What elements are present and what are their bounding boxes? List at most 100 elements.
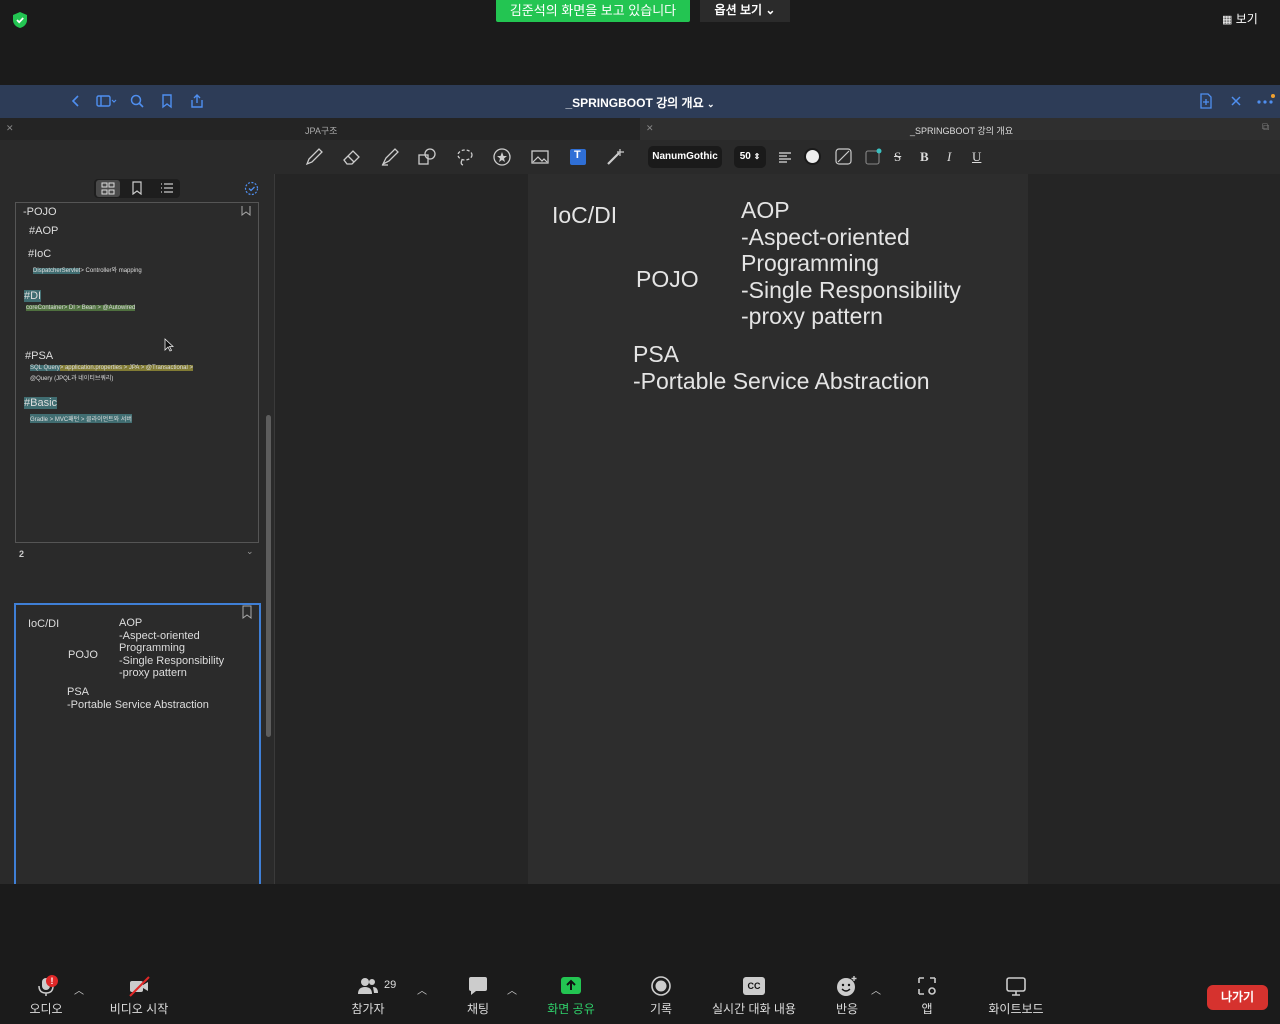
thumb-text: @Query (JPQL과 네이티브쿼리)	[30, 376, 114, 382]
tab-close-icon[interactable]: ✕	[6, 123, 14, 134]
thumb-text-block: AOP -Aspect-oriented Programming -Single…	[119, 617, 224, 680]
page-thumbnail-2[interactable]: IoC/DI AOP -Aspect-oriented Programming …	[14, 603, 261, 895]
thumb-text: PSA	[67, 686, 90, 698]
thumb-text: SQL Query	[30, 365, 60, 371]
tab-label: JPA구조	[305, 126, 338, 136]
bold-button[interactable]: B	[920, 149, 929, 165]
page-text: POJO	[636, 266, 699, 292]
thumb-text: -Portable Service Abstraction	[67, 699, 209, 711]
thumb-text: -Aspect-oriented	[119, 629, 200, 642]
no-fill-icon[interactable]	[835, 148, 852, 165]
split-view-icon[interactable]: ⧉	[1262, 122, 1269, 133]
thumb-text: > DI > Bean > @Autowired	[63, 305, 136, 311]
sidebar-scrollbar[interactable]	[266, 415, 271, 737]
thumb-text: > Controller와 mapping	[80, 268, 142, 274]
outline-tab-icon[interactable]	[160, 181, 174, 195]
italic-button[interactable]: I	[947, 149, 951, 165]
elements-sticker-icon[interactable]	[491, 147, 513, 167]
reactions-button[interactable]: 반응	[830, 975, 864, 1017]
audio-label: 오디오	[29, 1002, 63, 1016]
more-icon[interactable]	[1256, 93, 1276, 109]
font-size-stepper[interactable]: 50 ⇕	[734, 146, 766, 168]
page-text-block: PSA -Portable Service Abstraction	[633, 341, 930, 395]
record-button[interactable]: 기록	[642, 975, 680, 1017]
page-text: -proxy pattern	[741, 303, 883, 329]
shape-tool-icon[interactable]	[416, 147, 438, 167]
whiteboard-button[interactable]: 화이트보드	[982, 975, 1050, 1017]
image-icon[interactable]	[529, 147, 551, 167]
reactions-options-chevron-icon[interactable]: ︿	[871, 982, 881, 997]
live-transcript-button[interactable]: CC 실시간 대화 내용	[705, 975, 803, 1017]
captions-label: 실시간 대화 내용	[712, 1002, 796, 1016]
thumb-text: -proxy pattern	[119, 667, 187, 679]
page-bookmark-icon[interactable]	[241, 203, 251, 216]
chat-button[interactable]: 채팅	[460, 975, 496, 1017]
apps-label: 앱	[921, 1002, 933, 1016]
thumb-text: AOP	[119, 617, 143, 629]
select-pages-icon[interactable]	[244, 181, 259, 196]
strikethrough-button[interactable]: S	[894, 149, 901, 165]
lasso-icon[interactable]	[454, 147, 476, 167]
font-family-button[interactable]: NanumGothic	[648, 146, 722, 168]
mouse-cursor-icon	[164, 338, 175, 352]
leave-button[interactable]: 나가기	[1207, 985, 1268, 1010]
view-button[interactable]: ▦ 보기	[1222, 10, 1258, 27]
text-tool-label: T	[574, 149, 581, 161]
thumb-text: > application.properties > JPA > @Transa…	[59, 365, 193, 371]
page-text: PSA	[633, 341, 680, 367]
document-title[interactable]: _SPRINGBOOT 강의 개요 ⌄	[0, 94, 1280, 111]
bookmarks-tab-icon[interactable]	[130, 181, 144, 196]
participants-icon	[358, 978, 378, 994]
video-label: 비디오 시작	[109, 1002, 169, 1016]
text-box-style-icon[interactable]	[865, 148, 882, 165]
page-number: 2	[19, 549, 25, 559]
participants-options-chevron-icon[interactable]: ︿	[417, 982, 427, 997]
grid-icon: ▦	[1222, 14, 1233, 26]
thumb-text: #IoC	[28, 248, 52, 260]
document-title-label: _SPRINGBOOT 강의 개요	[565, 96, 704, 110]
apps-icon	[918, 977, 936, 995]
align-left-icon[interactable]	[778, 150, 792, 164]
page-thumbnail-1[interactable]: -POJO #AOP #IoC DispatcherServlet> Contr…	[15, 202, 259, 543]
note-page[interactable]: IoC/DI AOP -Aspect-oriented Programming …	[528, 174, 1028, 884]
text-tool-icon[interactable]: T	[567, 147, 589, 167]
text-color-swatch[interactable]	[804, 148, 821, 165]
tab-jpa[interactable]: ✕ JPA구조	[0, 118, 640, 140]
highlighter-icon[interactable]	[379, 147, 401, 167]
close-tools-icon[interactable]	[1228, 93, 1244, 109]
thumb-text: coreContainer	[26, 305, 64, 311]
share-screen-button[interactable]: 화면 공유	[540, 975, 602, 1017]
thumb-text: #DI	[24, 290, 42, 302]
smiley-icon	[837, 976, 857, 996]
chat-label: 채팅	[466, 1002, 490, 1016]
page-text: Programming	[741, 250, 880, 276]
participants-count: 29	[384, 979, 397, 991]
view-options-dropdown[interactable]: 옵션 보기 ⌄	[700, 0, 790, 22]
page-text: -Single Responsibility	[741, 276, 961, 303]
tab-springboot[interactable]: ✕ _SPRINGBOOT 강의 개요 ⧉	[640, 118, 1280, 140]
add-page-icon[interactable]	[1198, 93, 1214, 109]
page-bookmark-icon[interactable]	[242, 605, 252, 619]
tab-close-icon[interactable]: ✕	[646, 123, 654, 134]
chevron-down-icon: ⌄	[706, 99, 715, 109]
apps-button[interactable]: 앱	[912, 975, 942, 1017]
thumb-text: Programming	[119, 642, 186, 654]
color-dot	[806, 150, 819, 163]
laser-pointer-icon[interactable]	[605, 147, 627, 167]
thumb-text: IoC/DI	[28, 618, 60, 630]
share-screen-icon	[561, 977, 581, 994]
start-video-button[interactable]: 비디오 시작	[104, 975, 174, 1017]
chat-options-chevron-icon[interactable]: ︿	[507, 982, 517, 997]
whiteboard-label: 화이트보드	[988, 1002, 1044, 1016]
reactions-label: 반응	[835, 1002, 859, 1016]
security-shield-icon[interactable]	[10, 10, 30, 30]
eraser-icon[interactable]	[341, 147, 363, 167]
pen-icon[interactable]	[303, 147, 325, 167]
underline-button[interactable]: U	[972, 149, 981, 165]
audio-alert-badge: !	[46, 975, 58, 987]
participants-button[interactable]: 참가자	[348, 975, 388, 1017]
thumbnails-tab[interactable]	[96, 180, 120, 197]
page-options-chevron-icon[interactable]: ⌄	[246, 546, 254, 557]
thumb-text: -POJO	[23, 206, 57, 218]
audio-options-chevron-icon[interactable]: ︿	[74, 982, 84, 997]
